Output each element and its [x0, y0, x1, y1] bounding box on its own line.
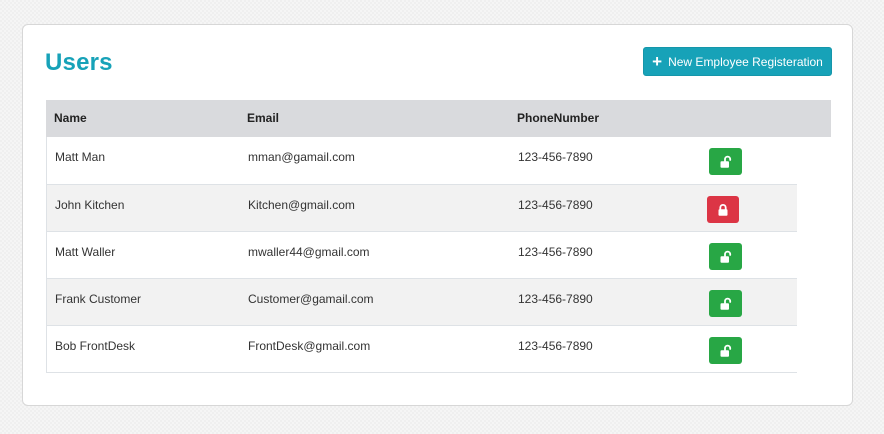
table-row: John Kitchen Kitchen@gmail.com 123-456-7…: [47, 184, 797, 231]
column-header-phone: PhoneNumber: [517, 111, 600, 125]
unlock-icon: [720, 297, 731, 310]
unlock-icon: [720, 250, 731, 263]
table-row: Frank Customer Customer@gamail.com 123-4…: [47, 278, 797, 325]
table-row: Bob FrontDesk FrontDesk@gmail.com 123-45…: [47, 325, 797, 372]
unlock-account-button[interactable]: [709, 148, 742, 175]
user-phone: 123-456-7890: [518, 339, 593, 353]
user-name: Frank Customer: [55, 292, 142, 306]
user-name: Matt Man: [55, 150, 106, 164]
unlock-account-button[interactable]: [709, 243, 742, 270]
lock-icon: [718, 203, 728, 216]
table-row: Matt Waller mwaller44@gmail.com 123-456-…: [47, 231, 797, 278]
users-table: Name Email PhoneNumber Matt Man mman@gam…: [46, 100, 831, 373]
column-header-email: Email: [247, 111, 280, 125]
users-card: Users + New Employee Registeration Name …: [22, 24, 853, 406]
new-employee-registration-label: New Employee Registeration: [668, 54, 823, 69]
user-name: Matt Waller: [55, 245, 116, 259]
user-email: mman@gamail.com: [248, 150, 355, 164]
user-phone: 123-456-7890: [518, 292, 593, 306]
lock-account-button[interactable]: [707, 196, 739, 223]
user-phone: 123-456-7890: [518, 245, 593, 259]
table-body: Matt Man mman@gamail.com 123-456-7890 Jo…: [46, 137, 797, 373]
new-employee-registration-button[interactable]: + New Employee Registeration: [643, 47, 832, 76]
table-row: Matt Man mman@gamail.com 123-456-7890: [47, 137, 797, 184]
user-name: Bob FrontDesk: [55, 339, 136, 353]
user-email: mwaller44@gmail.com: [248, 245, 370, 259]
user-email: FrontDesk@gmail.com: [248, 339, 371, 353]
page-title: Users: [45, 49, 113, 76]
user-name: John Kitchen: [55, 198, 125, 212]
user-email: Customer@gamail.com: [248, 292, 374, 306]
user-email: Kitchen@gmail.com: [248, 198, 355, 212]
unlock-account-button[interactable]: [709, 337, 742, 364]
table-header: Name Email PhoneNumber: [46, 100, 831, 137]
column-header-name: Name: [54, 111, 87, 125]
user-phone: 123-456-7890: [518, 150, 593, 164]
plus-icon: +: [652, 51, 663, 71]
unlock-icon: [720, 344, 731, 357]
user-phone: 123-456-7890: [518, 198, 593, 212]
unlock-icon: [720, 155, 731, 168]
unlock-account-button[interactable]: [709, 290, 742, 317]
